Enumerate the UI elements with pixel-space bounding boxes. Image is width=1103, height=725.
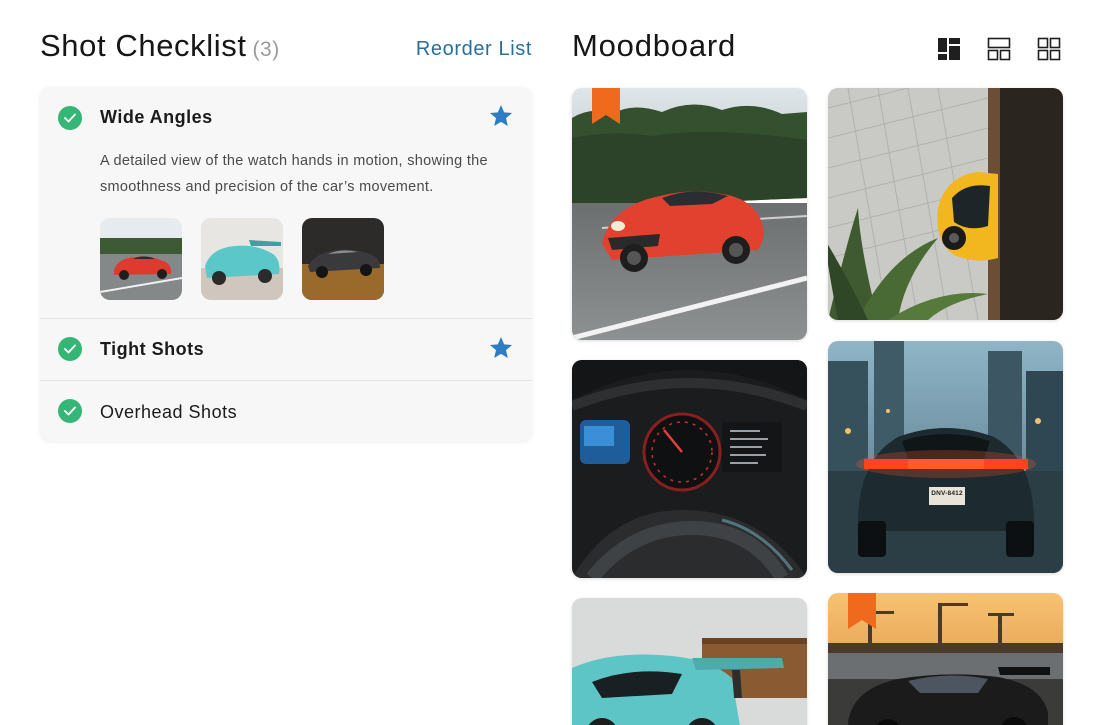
grid-view-icon[interactable]	[1037, 37, 1061, 61]
bookmark-icon[interactable]	[848, 593, 876, 629]
checklist-card: Wide Angles A detailed view of the watch…	[40, 87, 532, 441]
red-porsche-thumbnail[interactable]	[100, 218, 182, 300]
checklist-item-overhead-shots[interactable]: Overhead Shots	[40, 380, 532, 441]
teal-porsche-thumbnail[interactable]	[201, 218, 283, 300]
checklist-item-description: A detailed view of the watch hands in mo…	[100, 153, 488, 195]
moodboard-photo-yellow-car-overhead[interactable]	[828, 88, 1063, 320]
moodboard-photo-dashboard[interactable]	[572, 360, 807, 578]
checklist-count: (3)	[252, 38, 280, 61]
moodboard-photo-red-porsche[interactable]	[572, 88, 807, 340]
black-car-thumbnail[interactable]	[302, 218, 384, 300]
checklist-header: Shot Checklist (3) Reorder List	[40, 28, 532, 68]
checklist-item-label: Wide Angles	[100, 107, 213, 127]
list-view-icon[interactable]	[987, 37, 1011, 61]
moodboard-header: Moodboard	[572, 28, 1063, 68]
moodboard-photo-teal-porsche[interactable]	[572, 598, 807, 725]
checklist-title-text: Shot Checklist	[40, 28, 247, 63]
checkmark-icon[interactable]	[58, 337, 82, 361]
checklist-item-wide-angles[interactable]: Wide Angles A detailed view of the watch…	[40, 87, 532, 318]
masonry-view-icon[interactable]	[937, 37, 961, 61]
reorder-list-button[interactable]: Reorder List	[416, 38, 532, 61]
moodboard-title: Moodboard	[572, 28, 737, 63]
checkmark-icon[interactable]	[58, 106, 82, 130]
star-icon[interactable]	[488, 103, 514, 129]
checklist-title: Shot Checklist (3)	[40, 28, 280, 64]
checkmark-icon[interactable]	[58, 399, 82, 423]
moodboard-photo-porsche-rear-city[interactable]: DNV-8412	[828, 341, 1063, 573]
checklist-item-label: Overhead Shots	[100, 402, 238, 422]
bookmark-icon[interactable]	[592, 88, 620, 124]
star-icon[interactable]	[488, 335, 514, 361]
checklist-item-label: Tight Shots	[100, 339, 205, 359]
license-plate: DNV-8412	[931, 490, 963, 497]
checklist-item-tight-shots[interactable]: Tight Shots	[40, 318, 532, 380]
moodboard-photo-black-porsche-harbor[interactable]	[828, 593, 1063, 725]
